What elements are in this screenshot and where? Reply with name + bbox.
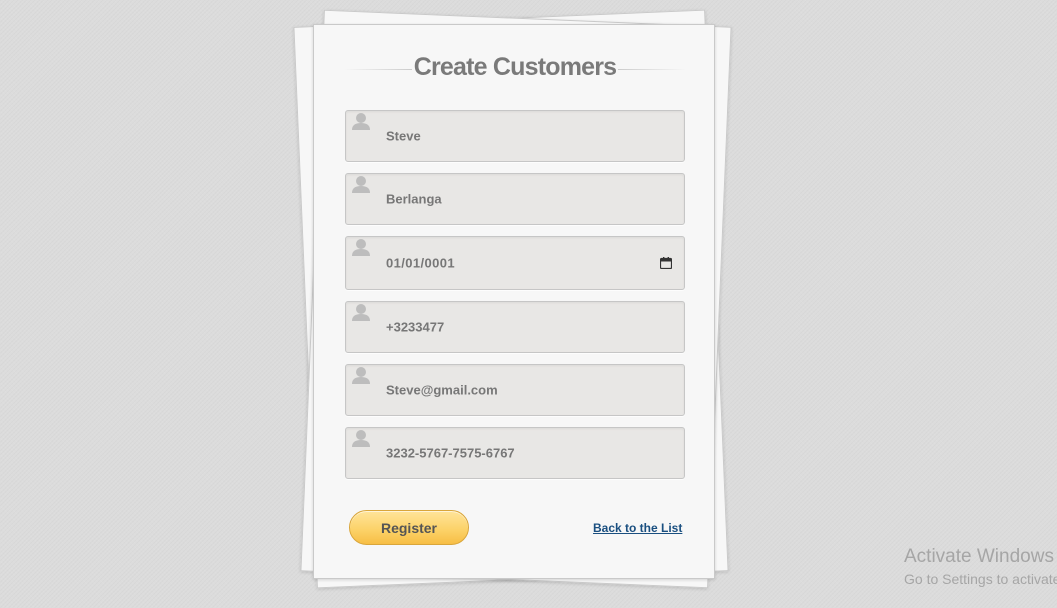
card-number-value: 3232-5767-7575-6767 xyxy=(386,445,515,461)
user-icon xyxy=(352,304,370,321)
first-name-field[interactable]: Steve xyxy=(345,110,685,162)
birth-date-value: 01/01/0001 xyxy=(386,255,456,271)
user-icon xyxy=(352,176,370,193)
title-block: Create Customers xyxy=(344,53,686,83)
windows-activation-watermark: Activate Windows Go to Settings to activ… xyxy=(904,546,1057,590)
first-name-value: Steve xyxy=(386,128,421,144)
user-icon xyxy=(352,239,370,256)
phone-field[interactable]: +3233477 xyxy=(345,301,685,353)
watermark-line1: Activate Windows xyxy=(904,546,1054,567)
last-name-value: Berlanga xyxy=(386,191,442,207)
phone-value: +3233477 xyxy=(386,319,445,335)
user-icon xyxy=(352,367,370,384)
email-value: Steve@gmail.com xyxy=(386,382,498,398)
user-icon xyxy=(352,430,370,447)
birth-date-field[interactable]: 01/01/0001 xyxy=(345,236,685,290)
form-card: Create Customers Steve Berlanga 01/01/00… xyxy=(313,24,715,579)
card-number-field[interactable]: 3232-5767-7575-6767 xyxy=(345,427,685,479)
calendar-icon[interactable] xyxy=(660,257,672,269)
register-button[interactable]: Register xyxy=(349,510,469,545)
watermark-line2: Go to Settings to activate Windows. xyxy=(904,571,1057,587)
last-name-field[interactable]: Berlanga xyxy=(345,173,685,225)
back-to-list-link[interactable]: Back to the List xyxy=(593,521,682,535)
email-field[interactable]: Steve@gmail.com xyxy=(345,364,685,416)
user-icon xyxy=(352,113,370,130)
page-title: Create Customers xyxy=(411,53,619,81)
